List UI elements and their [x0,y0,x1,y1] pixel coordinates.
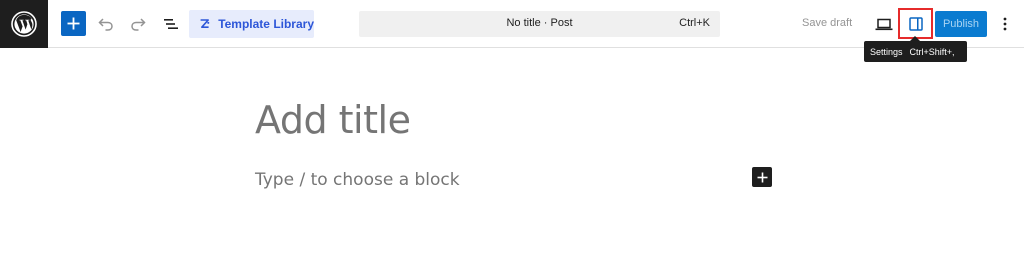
redo-button[interactable] [127,12,149,36]
plus-icon [67,17,80,30]
document-title: No title · Post [506,17,573,29]
publish-label: Publish [942,18,980,30]
publish-button[interactable]: Publish [935,11,987,37]
plus-icon [757,172,767,182]
command-shortcut: Ctrl+K [679,17,710,29]
settings-button[interactable] [898,8,933,39]
undo-icon [98,18,113,31]
wordpress-logo-icon [11,11,37,37]
list-view-icon [164,19,178,29]
template-library-icon [200,19,210,28]
redo-icon [131,18,146,31]
document-overview-button[interactable] [159,12,183,36]
post-title-field[interactable]: Add title [255,98,411,142]
block-placeholder-field[interactable]: Type / to choose a block [255,170,460,190]
tooltip-label: Settings [870,46,903,57]
save-draft-button[interactable]: Save draft [802,17,852,29]
undo-button[interactable] [95,12,117,36]
sidebar-icon [908,16,923,31]
settings-tooltip: Settings Ctrl+Shift+, [864,41,967,62]
laptop-icon [875,18,893,30]
add-block-button[interactable] [61,11,86,36]
tooltip-shortcut: Ctrl+Shift+, [909,46,955,57]
wordpress-logo-button[interactable] [0,0,48,48]
block-inserter-button[interactable] [752,167,772,187]
options-menu-button[interactable] [995,12,1015,36]
command-palette-bar[interactable]: No title · Post Ctrl+K [359,11,720,37]
template-library-button[interactable]: Template Library [189,10,314,38]
vertical-dots-icon [1003,17,1007,31]
template-library-label: Template Library [218,17,314,31]
preview-button[interactable] [872,13,896,35]
